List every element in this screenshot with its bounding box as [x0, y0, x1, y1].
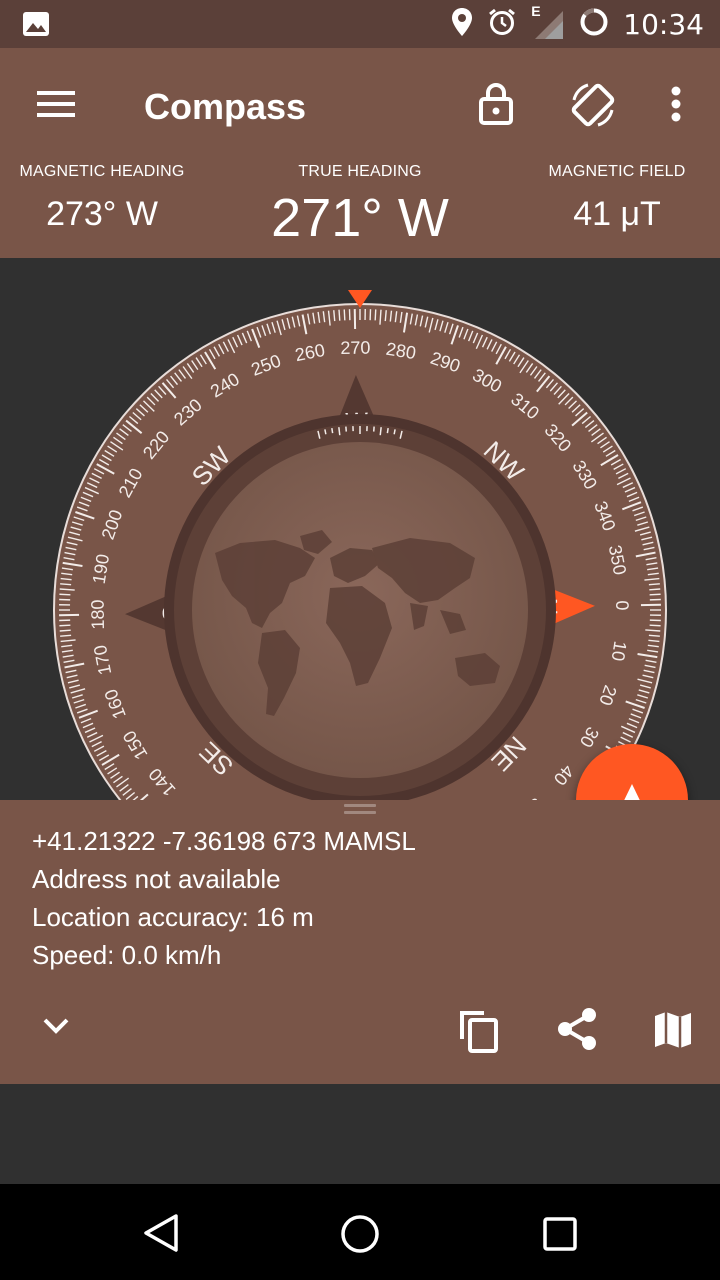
degree-label: 0 [612, 600, 632, 610]
app-bar: Compass [0, 48, 720, 160]
alarm-icon [487, 7, 517, 42]
status-bar: E 10:34 [0, 0, 720, 48]
drag-handle[interactable] [344, 804, 376, 816]
dial-tick [374, 309, 377, 321]
dial-tick [649, 624, 661, 627]
menu-icon[interactable] [32, 84, 80, 124]
magnetic-field-label: MAGNETIC FIELD [548, 163, 686, 180]
magnetic-heading-value: 273° W [46, 195, 158, 233]
true-heading-label: TRUE HEADING [298, 163, 422, 180]
dial-tick [60, 583, 72, 586]
degree-label: 10 [608, 640, 631, 663]
status-time: 10:34 [623, 7, 704, 41]
location-sheet: +41.21322 -7.36198 673 MAMSL Address not… [0, 800, 720, 1084]
dial-tick [648, 583, 660, 586]
true-heading: TRUE HEADING 271° W [240, 160, 480, 249]
coordinates-text: +41.21322 -7.36198 673 MAMSL [32, 826, 416, 856]
bezel-tick [393, 429, 396, 435]
share-icon[interactable] [552, 1004, 602, 1054]
signal-icon: E [531, 3, 565, 41]
home-icon[interactable] [338, 1212, 382, 1256]
dial-tick [649, 593, 661, 596]
dial-tick [59, 629, 71, 632]
map-icon[interactable] [648, 1006, 698, 1054]
degree-label: 270 [340, 338, 370, 359]
bezel-tick [331, 428, 334, 434]
compass-dial[interactable]: 0102030405060708090100110120130140150160… [0, 258, 720, 800]
battery-icon [579, 7, 609, 42]
speed-text: Speed: 0.0 km/h [32, 940, 222, 970]
true-heading-value: 271° W [271, 188, 449, 248]
magnetic-heading-label: MAGNETIC HEADING [19, 163, 185, 180]
magnetic-field-value: 41 μT [573, 195, 661, 233]
location-pin-icon [451, 7, 473, 42]
degree-label: 180 [88, 599, 109, 629]
bezel-tick [379, 427, 382, 436]
dial-tick [343, 309, 346, 321]
dial-tick [648, 634, 660, 637]
magnetic-heading: MAGNETIC HEADING 273° W [12, 160, 192, 234]
image-icon [22, 11, 50, 42]
dial-tick [338, 309, 341, 321]
dial-tick [60, 634, 72, 637]
address-text: Address not available [32, 864, 281, 894]
magnetic-field: MAGNETIC FIELD 41 μT [532, 160, 702, 234]
accuracy-text: Location accuracy: 16 m [32, 902, 314, 932]
more-vert-icon[interactable] [664, 82, 688, 126]
dial-tick [384, 310, 387, 322]
dial-tick [649, 588, 661, 591]
headings-panel: MAGNETIC HEADING 273° W TRUE HEADING 271… [0, 160, 720, 258]
expand-more-icon[interactable] [36, 1006, 76, 1046]
dial-tick [59, 624, 71, 627]
screen-rotation-icon[interactable] [566, 78, 620, 132]
lock-icon[interactable] [474, 78, 518, 128]
bezel-tick [338, 427, 341, 436]
app-title: Compass [144, 86, 307, 127]
recents-icon[interactable] [540, 1214, 580, 1254]
dial-tick [333, 310, 336, 322]
bezel-tick [324, 429, 327, 435]
dial-tick [59, 593, 71, 596]
copy-icon[interactable] [452, 1004, 506, 1058]
bezel-tick [386, 428, 389, 434]
compass-view[interactable]: 0102030405060708090100110120130140150160… [0, 258, 720, 800]
navigation-bar [0, 1184, 720, 1280]
back-icon[interactable] [140, 1212, 182, 1254]
